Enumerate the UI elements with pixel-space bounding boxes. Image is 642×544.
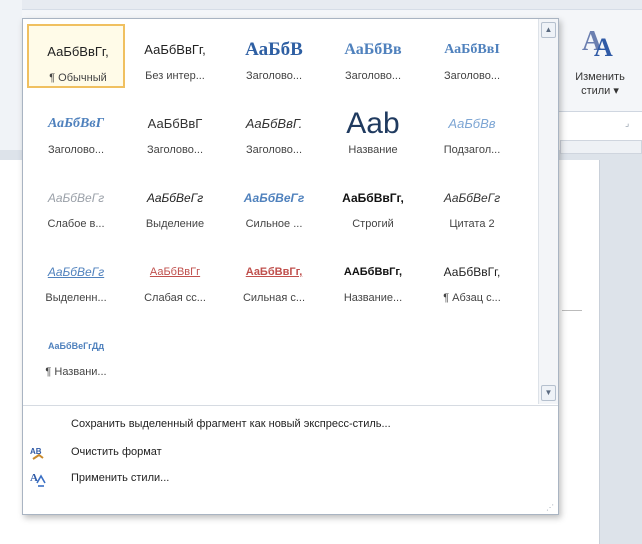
style-tile-sample: АаБбВеГг <box>443 191 501 205</box>
style-tile-sample: АаБбВв <box>448 116 496 131</box>
style-tile-name: Сильное ... <box>245 218 303 230</box>
style-tile-name: Заголово... <box>146 144 204 156</box>
dialog-launcher-icon[interactable]: ⌟ <box>625 118 629 129</box>
style-tile-sample: АаБбВвІ <box>444 42 500 57</box>
ribbon-left-edge <box>0 0 22 150</box>
resize-grip-icon[interactable]: ⋰ <box>546 503 554 512</box>
style-tile-sample: АаБбВвГг, <box>144 42 206 57</box>
style-tile-name: Заголово... <box>47 144 105 156</box>
style-tile-name: Без интер... <box>145 70 205 82</box>
page-margin-mark <box>562 310 582 311</box>
style-tile-name: ¶ Названи... <box>45 366 107 378</box>
horizontal-ruler[interactable] <box>560 140 642 154</box>
style-tile[interactable]: АаБбВеГгДд ¶ Названи... <box>27 320 125 384</box>
style-tile[interactable]: АаБбВв Подзагол... <box>423 98 521 162</box>
style-tile[interactable]: АаБбВвГг Слабая сс... <box>126 246 224 310</box>
svg-text:A: A <box>594 33 613 62</box>
style-tile-name: Заголово... <box>245 144 303 156</box>
scroll-down-button[interactable]: ▼ <box>541 385 556 401</box>
change-styles-label: Изменить стили ▾ <box>558 70 642 98</box>
style-tile-name: Сильная с... <box>242 292 306 304</box>
style-tile-sample: ААБбВвГг, <box>343 266 403 278</box>
style-tile[interactable]: АаБбВвГ Заголово... <box>27 98 125 162</box>
style-tile[interactable]: АаБбВвГг, ¶ Обычный <box>27 24 125 88</box>
apply-styles-icon: A <box>30 472 46 487</box>
style-tile[interactable]: АаБбВвІ Заголово... <box>423 24 521 88</box>
style-tile[interactable]: АаБбВеГг Выделение <box>126 172 224 236</box>
style-tile-name: ¶ Обычный <box>49 72 107 84</box>
style-tile[interactable]: АаБбВвГг, Строгий <box>324 172 422 236</box>
style-tile-sample: АаБбВеГг <box>47 265 105 279</box>
style-tile-name: Заголово... <box>443 70 501 82</box>
style-tile-name: Слабое в... <box>47 218 105 230</box>
style-tile-name: Строгий <box>352 218 394 230</box>
style-tile[interactable]: АаБбВеГг Слабое в... <box>27 172 125 236</box>
style-tile-name: Заголово... <box>245 70 303 82</box>
style-tile-sample: АаБбВв <box>344 41 402 58</box>
style-tile[interactable]: АаБбВвГг, Без интер... <box>126 24 224 88</box>
style-tile-sample: АаБбВеГгДд <box>47 341 105 351</box>
style-tile[interactable]: АаБбВвГг, Сильная с... <box>225 246 323 310</box>
style-tile-name: Название... <box>343 292 403 304</box>
change-styles-button[interactable]: A A Изменить стили ▾ <box>558 20 642 112</box>
apply-styles-command[interactable]: A Применить стили... <box>23 467 558 491</box>
style-tile-sample: АаБбВеГг <box>243 191 305 205</box>
style-tile[interactable]: АаБбВеГг Сильное ... <box>225 172 323 236</box>
quick-styles-dropdown: АаБбВвГг, ¶ Обычный АаБбВвГг, Без интер... А… <box>22 18 559 515</box>
change-styles-icon: A A <box>582 26 613 62</box>
clear-format-icon: AB <box>30 447 44 460</box>
style-tile-name: Выделение <box>145 218 205 230</box>
style-tile-name: Выделенн... <box>45 292 107 304</box>
style-tile[interactable]: АаБбВвГ Заголово... <box>126 98 224 162</box>
style-tile[interactable]: АаБбВвГ. Заголово... <box>225 98 323 162</box>
change-styles-label-line1: Изменить <box>575 71 625 83</box>
style-tile-sample: АаБбВеГг <box>146 191 204 205</box>
change-styles-label-line2: стили ▾ <box>581 85 619 97</box>
style-tile-sample: АаБбВвГ <box>47 116 105 131</box>
style-tile[interactable]: АаБбВеГг Выделенн... <box>27 246 125 310</box>
style-tile-sample: АаБбВвГг, <box>47 44 109 59</box>
gallery-separator <box>23 405 558 406</box>
style-tile-sample: АаБбВвГ <box>147 116 203 131</box>
scroll-up-button[interactable]: ▲ <box>541 22 556 38</box>
clear-formatting-label: Очистить формат <box>71 446 162 458</box>
quick-styles-gallery: АаБбВвГг, ¶ Обычный АаБбВвГг, Без интер... А… <box>23 19 538 404</box>
style-tile-sample: АаБбВвГг, <box>245 266 303 278</box>
style-tile[interactable]: АаБбВ Заголово... <box>225 24 323 88</box>
style-tile[interactable]: ААБбВвГг, Название... <box>324 246 422 310</box>
style-tile-sample: Аab <box>346 110 400 138</box>
clear-formatting-command[interactable]: AB Очистить формат <box>23 441 558 465</box>
apply-styles-label: Применить стили... <box>71 472 170 484</box>
style-tile-name: Заголово... <box>344 70 402 82</box>
save-as-quick-style-label: Сохранить выделенный фрагмент как новый … <box>71 418 391 430</box>
style-tile-sample: АаБбВвГг <box>149 266 201 278</box>
save-as-quick-style-command[interactable]: Сохранить выделенный фрагмент как новый … <box>23 413 558 437</box>
style-tile-sample: АаБбВвГг, <box>443 265 501 279</box>
style-tile-name: ¶ Абзац с... <box>443 292 501 304</box>
style-tile-name: Слабая сс... <box>144 292 206 304</box>
gallery-scrollbar[interactable]: ▲ ▼ <box>538 19 558 404</box>
ribbon-top-border <box>0 0 642 10</box>
style-tile-sample: АаБбВ <box>245 39 303 60</box>
style-tile[interactable]: АаБбВеГг Цитата 2 <box>423 172 521 236</box>
style-tile-sample: АаБбВвГ. <box>245 116 303 131</box>
style-tile-name: Подзагол... <box>443 144 501 156</box>
style-tile-sample: АаБбВеГг <box>47 191 105 205</box>
style-tile[interactable]: АаБбВв Заголово... <box>324 24 422 88</box>
style-tile[interactable]: АаБбВвГг, ¶ Абзац с... <box>423 246 521 310</box>
style-tile-sample: АаБбВвГг, <box>342 191 404 205</box>
style-tile-name: Цитата 2 <box>449 218 495 230</box>
style-tile-name: Название <box>348 144 398 156</box>
style-tile[interactable]: Аab Название <box>324 98 422 162</box>
